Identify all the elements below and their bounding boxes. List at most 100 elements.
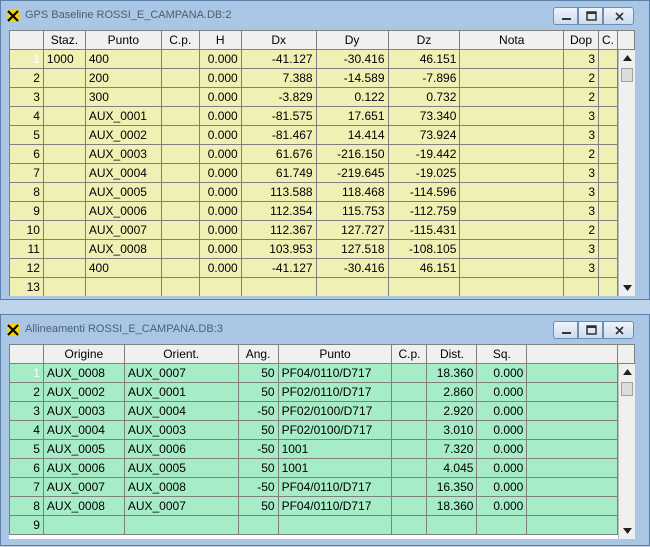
cell-c[interactable] (598, 277, 618, 296)
cell-dz[interactable] (387, 277, 461, 296)
cell-orient[interactable]: AUX_0001 (123, 382, 239, 402)
cell-nota[interactable] (459, 87, 565, 107)
cell-dop[interactable]: 3 (563, 125, 599, 145)
cell-h[interactable]: 0.000 (198, 182, 242, 202)
row-header[interactable]: 10 (9, 220, 44, 240)
cell-blank[interactable] (526, 496, 618, 516)
cell-dop[interactable]: 3 (563, 163, 599, 183)
cell-cp[interactable] (160, 144, 200, 164)
cell-nota[interactable] (459, 106, 565, 126)
cell-punto[interactable] (277, 515, 393, 535)
column-header-origine[interactable]: Origine (42, 344, 125, 364)
cell-origine[interactable]: AUX_0003 (42, 401, 125, 421)
cell-ang[interactable]: 50 (237, 363, 279, 383)
cell-dy[interactable]: 17.651 (315, 106, 389, 126)
cell-dz[interactable]: -114.596 (387, 182, 461, 202)
cell-origine[interactable]: AUX_0002 (42, 382, 125, 402)
table-row[interactable]: 8 AUX_0005 0.000 113.588 118.468 -114.596 3 (9, 182, 635, 202)
cell-c[interactable] (598, 258, 618, 278)
cell-dx[interactable]: 7.388 (240, 68, 317, 88)
cell-h[interactable]: 0.000 (198, 144, 242, 164)
cell-staz[interactable] (42, 68, 86, 88)
cell-blank[interactable] (526, 363, 618, 383)
cell-cp[interactable] (391, 363, 428, 383)
corner-cell[interactable] (9, 30, 44, 50)
row-header[interactable]: 8 (9, 182, 44, 202)
cell-dx[interactable]: 61.749 (240, 163, 317, 183)
cell-orient[interactable] (123, 515, 239, 535)
cell-dx[interactable]: 113.588 (240, 182, 317, 202)
cell-sq[interactable] (476, 515, 528, 535)
cell-nota[interactable] (459, 68, 565, 88)
cell-cp[interactable] (160, 239, 200, 259)
cell-dop[interactable]: 2 (563, 87, 599, 107)
cell-ang[interactable]: 50 (237, 458, 279, 478)
cell-ang[interactable] (237, 515, 279, 535)
cell-staz[interactable] (42, 125, 86, 145)
cell-orient[interactable]: AUX_0007 (123, 496, 239, 516)
cell-punto[interactable] (84, 277, 162, 296)
scroll-down-button[interactable] (619, 280, 635, 296)
cell-staz[interactable]: 1000 (42, 49, 86, 69)
cell-punto[interactable]: AUX_0002 (84, 125, 162, 145)
cell-sq[interactable]: 0.000 (476, 496, 528, 516)
cell-ang[interactable]: -50 (237, 401, 279, 421)
cell-dx[interactable]: -41.127 (240, 49, 317, 69)
cell-dy[interactable]: -30.416 (315, 258, 389, 278)
cell-cp[interactable] (391, 401, 428, 421)
cell-sq[interactable]: 0.000 (476, 382, 528, 402)
cell-staz[interactable] (42, 277, 86, 296)
minimize-button[interactable] (553, 7, 578, 25)
cell-dz[interactable]: 73.340 (387, 106, 461, 126)
cell-punto[interactable]: AUX_0005 (84, 182, 162, 202)
cell-ang[interactable]: 50 (237, 382, 279, 402)
cell-origine[interactable]: AUX_0007 (42, 477, 125, 497)
row-header[interactable]: 8 (9, 496, 44, 516)
cell-h[interactable]: 0.000 (198, 49, 242, 69)
row-header[interactable]: 11 (9, 239, 44, 259)
corner-cell[interactable] (9, 344, 44, 364)
cell-cp[interactable] (160, 125, 200, 145)
row-header[interactable]: 3 (9, 401, 44, 421)
cell-h[interactable]: 0.000 (198, 106, 242, 126)
table-row[interactable]: 10 AUX_0007 0.000 112.367 127.727 -115.431 2 (9, 220, 635, 240)
cell-cp[interactable] (160, 163, 200, 183)
cell-sq[interactable]: 0.000 (476, 401, 528, 421)
cell-blank[interactable] (526, 382, 618, 402)
row-header[interactable]: 3 (9, 87, 44, 107)
table-row[interactable]: 5 AUX_0005 AUX_0006 -50 1001 7.320 0.000 (9, 439, 635, 459)
cell-c[interactable] (598, 125, 618, 145)
cell-cp[interactable] (160, 201, 200, 221)
cell-orient[interactable]: AUX_0008 (123, 477, 239, 497)
scroll-down-button[interactable] (619, 523, 635, 539)
column-header-sq[interactable]: Sq. (476, 344, 528, 364)
cell-punto[interactable]: 400 (84, 258, 162, 278)
table-row[interactable]: 11 AUX_0008 0.000 103.953 127.518 -108.105 3 (9, 239, 635, 259)
cell-punto[interactable]: AUX_0007 (84, 220, 162, 240)
column-header-blank[interactable] (526, 344, 618, 364)
cell-punto[interactable]: PF02/0110/D717 (277, 382, 393, 402)
title-bar[interactable]: GPS Baseline ROSSI_E_CAMPANA.DB:2 (1, 1, 649, 30)
row-header[interactable]: 12 (9, 258, 44, 278)
cell-ang[interactable]: -50 (237, 477, 279, 497)
cell-origine[interactable] (42, 515, 125, 535)
cell-dz[interactable]: -108.105 (387, 239, 461, 259)
cell-c[interactable] (598, 201, 618, 221)
cell-dist[interactable]: 4.045 (426, 458, 478, 478)
cell-cp[interactable] (391, 439, 428, 459)
cell-h[interactable]: 0.000 (198, 68, 242, 88)
cell-punto[interactable]: AUX_0006 (84, 201, 162, 221)
cell-origine[interactable]: AUX_0005 (42, 439, 125, 459)
cell-dy[interactable]: -14.589 (315, 68, 389, 88)
cell-ang[interactable]: 50 (237, 420, 279, 440)
cell-cp[interactable] (160, 106, 200, 126)
cell-punto[interactable]: AUX_0001 (84, 106, 162, 126)
column-header-dop[interactable]: Dop (563, 30, 599, 50)
cell-dop[interactable]: 3 (563, 258, 599, 278)
cell-nota[interactable] (459, 239, 565, 259)
table-row[interactable]: 1 1000 400 0.000 -41.127 -30.416 46.151 3 (9, 49, 635, 69)
cell-nota[interactable] (459, 125, 565, 145)
table-row[interactable]: 1 AUX_0008 AUX_0007 50 PF04/0110/D717 18.360 0… (9, 363, 635, 383)
cell-h[interactable]: 0.000 (198, 201, 242, 221)
cell-dx[interactable]: 112.367 (240, 220, 317, 240)
